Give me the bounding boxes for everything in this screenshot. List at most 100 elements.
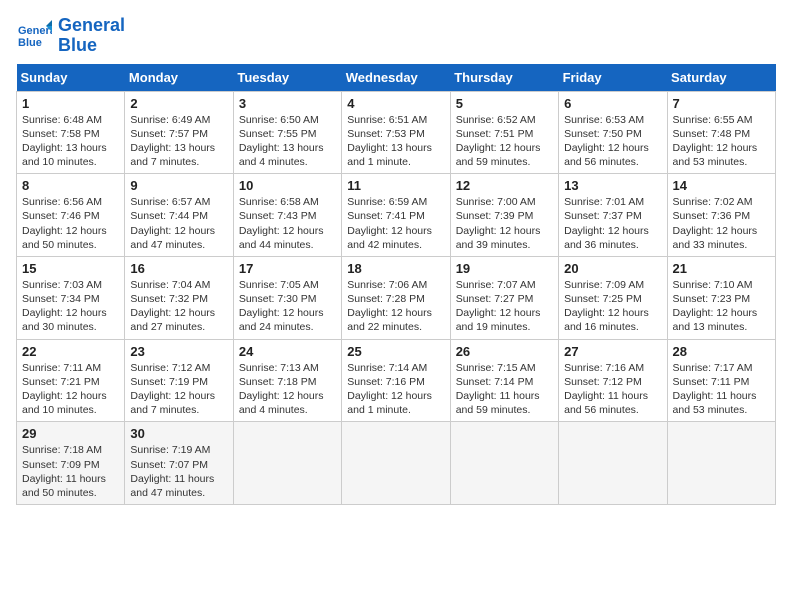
calendar-cell: 24Sunrise: 7:13 AM Sunset: 7:18 PM Dayli… [233, 339, 341, 422]
calendar-cell: 27Sunrise: 7:16 AM Sunset: 7:12 PM Dayli… [559, 339, 667, 422]
page-header: General Blue General Blue [16, 16, 776, 56]
day-info: Sunrise: 6:53 AM Sunset: 7:50 PM Dayligh… [564, 113, 661, 170]
calendar-cell: 13 Sunrise: 7:01 AM Sunset: 7:37 PM Dayli… [559, 174, 667, 257]
day-info: Sunrise: 7:13 AM Sunset: 7:18 PM Dayligh… [239, 361, 336, 418]
calendar-cell: 15 Sunrise: 7:03 AM Sunset: 7:34 PM Dayli… [17, 256, 125, 339]
day-info: Sunrise: 7:18 AM Sunset: 7:09 PM Dayligh… [22, 443, 119, 500]
day-info: Sunrise: 7:03 AM Sunset: 7:34 PM Dayligh… [22, 278, 119, 335]
logo-icon: General Blue [16, 18, 52, 54]
day-number: 13 [564, 178, 661, 193]
day-info: Sunrise: 6:48 AM Sunset: 7:58 PM Dayligh… [22, 113, 119, 170]
day-info: Sunrise: 6:59 AM Sunset: 7:41 PM Dayligh… [347, 195, 444, 252]
calendar-cell: 6 Sunrise: 6:53 AM Sunset: 7:50 PM Daylig… [559, 91, 667, 174]
calendar-cell: 11 Sunrise: 6:59 AM Sunset: 7:41 PM Dayli… [342, 174, 450, 257]
day-header-saturday: Saturday [667, 64, 775, 92]
calendar-cell [233, 422, 341, 505]
day-number: 7 [673, 96, 770, 111]
day-info: Sunrise: 6:50 AM Sunset: 7:55 PM Dayligh… [239, 113, 336, 170]
calendar-cell: 1 Sunrise: 6:48 AM Sunset: 7:58 PM Daylig… [17, 91, 125, 174]
calendar-cell: 21Sunrise: 7:10 AM Sunset: 7:23 PM Dayli… [667, 256, 775, 339]
day-info: Sunrise: 7:06 AM Sunset: 7:28 PM Dayligh… [347, 278, 444, 335]
day-info: Sunrise: 6:49 AM Sunset: 7:57 PM Dayligh… [130, 113, 227, 170]
calendar-cell [342, 422, 450, 505]
day-header-friday: Friday [559, 64, 667, 92]
calendar-cell: 20 Sunrise: 7:09 AM Sunset: 7:25 PM Dayli… [559, 256, 667, 339]
calendar-body: 1 Sunrise: 6:48 AM Sunset: 7:58 PM Daylig… [17, 91, 776, 504]
calendar-cell: 18 Sunrise: 7:06 AM Sunset: 7:28 PM Dayli… [342, 256, 450, 339]
calendar-cell [450, 422, 558, 505]
day-header-thursday: Thursday [450, 64, 558, 92]
day-header-tuesday: Tuesday [233, 64, 341, 92]
day-info: Sunrise: 7:17 AM Sunset: 7:11 PM Dayligh… [673, 361, 770, 418]
svg-text:Blue: Blue [18, 37, 42, 49]
day-number: 20 [564, 261, 661, 276]
day-number: 29 [22, 426, 119, 441]
calendar-week-row: 15 Sunrise: 7:03 AM Sunset: 7:34 PM Dayli… [17, 256, 776, 339]
day-number: 21 [673, 261, 770, 276]
day-number: 11 [347, 178, 444, 193]
day-number: 2 [130, 96, 227, 111]
calendar-cell [559, 422, 667, 505]
day-number: 23 [130, 344, 227, 359]
day-number: 8 [22, 178, 119, 193]
day-number: 16 [130, 261, 227, 276]
calendar-cell: 5 Sunrise: 6:52 AM Sunset: 7:51 PM Daylig… [450, 91, 558, 174]
day-info: Sunrise: 7:14 AM Sunset: 7:16 PM Dayligh… [347, 361, 444, 418]
day-info: Sunrise: 7:05 AM Sunset: 7:30 PM Dayligh… [239, 278, 336, 335]
calendar-table: SundayMondayTuesdayWednesdayThursdayFrid… [16, 64, 776, 505]
calendar-cell: 22 Sunrise: 7:11 AM Sunset: 7:21 PM Dayli… [17, 339, 125, 422]
calendar-cell: 4 Sunrise: 6:51 AM Sunset: 7:53 PM Daylig… [342, 91, 450, 174]
day-number: 22 [22, 344, 119, 359]
day-info: Sunrise: 7:11 AM Sunset: 7:21 PM Dayligh… [22, 361, 119, 418]
day-number: 1 [22, 96, 119, 111]
calendar-header-row: SundayMondayTuesdayWednesdayThursdayFrid… [17, 64, 776, 92]
day-info: Sunrise: 7:01 AM Sunset: 7:37 PM Dayligh… [564, 195, 661, 252]
calendar-cell: 2 Sunrise: 6:49 AM Sunset: 7:57 PM Daylig… [125, 91, 233, 174]
day-number: 14 [673, 178, 770, 193]
calendar-cell: 7 Sunrise: 6:55 AM Sunset: 7:48 PM Daylig… [667, 91, 775, 174]
calendar-cell: 14 Sunrise: 7:02 AM Sunset: 7:36 PM Dayli… [667, 174, 775, 257]
calendar-week-row: 22 Sunrise: 7:11 AM Sunset: 7:21 PM Dayli… [17, 339, 776, 422]
logo: General Blue General Blue [16, 16, 125, 56]
day-info: Sunrise: 6:52 AM Sunset: 7:51 PM Dayligh… [456, 113, 553, 170]
calendar-cell: 23 Sunrise: 7:12 AM Sunset: 7:19 PM Dayli… [125, 339, 233, 422]
day-number: 25 [347, 344, 444, 359]
calendar-week-row: 29 Sunrise: 7:18 AM Sunset: 7:09 PM Dayli… [17, 422, 776, 505]
day-info: Sunrise: 7:00 AM Sunset: 7:39 PM Dayligh… [456, 195, 553, 252]
day-number: 15 [22, 261, 119, 276]
day-info: Sunrise: 6:56 AM Sunset: 7:46 PM Dayligh… [22, 195, 119, 252]
day-number: 19 [456, 261, 553, 276]
day-info: Sunrise: 6:55 AM Sunset: 7:48 PM Dayligh… [673, 113, 770, 170]
day-number: 6 [564, 96, 661, 111]
calendar-cell: 12 Sunrise: 7:00 AM Sunset: 7:39 PM Dayli… [450, 174, 558, 257]
day-number: 5 [456, 96, 553, 111]
day-info: Sunrise: 7:09 AM Sunset: 7:25 PM Dayligh… [564, 278, 661, 335]
calendar-week-row: 1 Sunrise: 6:48 AM Sunset: 7:58 PM Daylig… [17, 91, 776, 174]
calendar-cell: 17Sunrise: 7:05 AM Sunset: 7:30 PM Dayli… [233, 256, 341, 339]
day-number: 26 [456, 344, 553, 359]
calendar-week-row: 8 Sunrise: 6:56 AM Sunset: 7:46 PM Daylig… [17, 174, 776, 257]
calendar-cell: 29 Sunrise: 7:18 AM Sunset: 7:09 PM Dayli… [17, 422, 125, 505]
day-number: 12 [456, 178, 553, 193]
day-info: Sunrise: 7:12 AM Sunset: 7:19 PM Dayligh… [130, 361, 227, 418]
calendar-cell: 19 Sunrise: 7:07 AM Sunset: 7:27 PM Dayli… [450, 256, 558, 339]
day-header-monday: Monday [125, 64, 233, 92]
calendar-cell: 9Sunrise: 6:57 AM Sunset: 7:44 PM Daylig… [125, 174, 233, 257]
day-info: Sunrise: 7:16 AM Sunset: 7:12 PM Dayligh… [564, 361, 661, 418]
calendar-cell: 28 Sunrise: 7:17 AM Sunset: 7:11 PM Dayli… [667, 339, 775, 422]
calendar-cell [667, 422, 775, 505]
day-number: 4 [347, 96, 444, 111]
day-info: Sunrise: 7:07 AM Sunset: 7:27 PM Dayligh… [456, 278, 553, 335]
day-info: Sunrise: 6:51 AM Sunset: 7:53 PM Dayligh… [347, 113, 444, 170]
day-header-wednesday: Wednesday [342, 64, 450, 92]
day-info: Sunrise: 7:02 AM Sunset: 7:36 PM Dayligh… [673, 195, 770, 252]
day-header-sunday: Sunday [17, 64, 125, 92]
calendar-cell: 25 Sunrise: 7:14 AM Sunset: 7:16 PM Dayli… [342, 339, 450, 422]
day-number: 18 [347, 261, 444, 276]
day-number: 9 [130, 178, 227, 193]
calendar-cell: 3Sunrise: 6:50 AM Sunset: 7:55 PM Daylig… [233, 91, 341, 174]
calendar-cell: 10Sunrise: 6:58 AM Sunset: 7:43 PM Dayli… [233, 174, 341, 257]
calendar-cell: 30Sunrise: 7:19 AM Sunset: 7:07 PM Dayli… [125, 422, 233, 505]
day-number: 10 [239, 178, 336, 193]
day-number: 28 [673, 344, 770, 359]
